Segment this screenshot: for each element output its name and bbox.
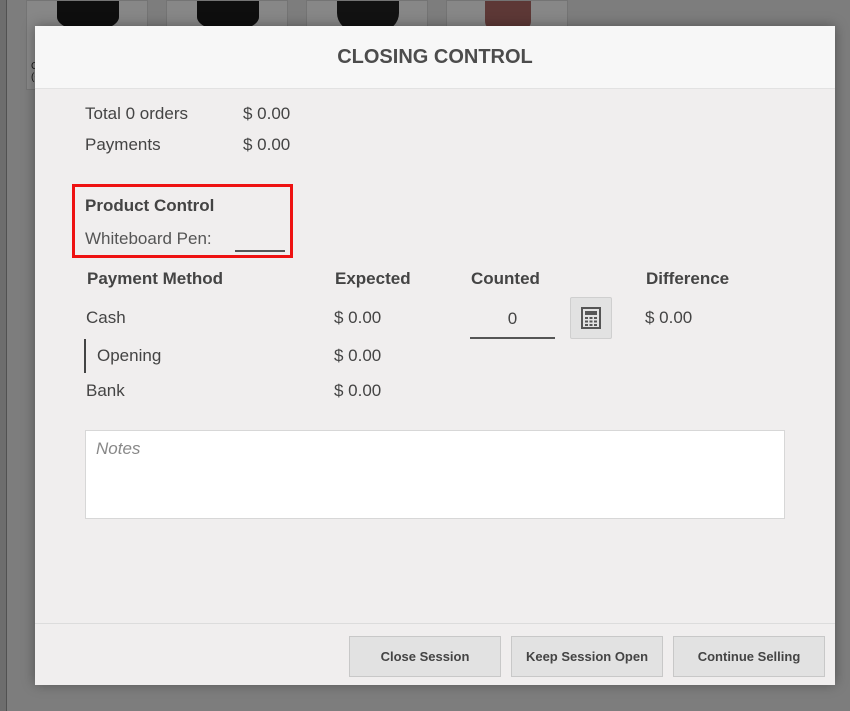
summary-payments: Payments $ 0.00 [85,135,290,155]
summary-orders-amount: $ 0.00 [243,104,291,123]
row-cash-difference: $ 0.00 [645,308,693,327]
cash-counted-input[interactable]: 0 [470,301,555,339]
summary-orders-label: Total 0 orders [85,104,188,123]
opening-indent-marker [84,339,86,373]
summary-payments-amount: $ 0.00 [243,135,291,154]
close-session-button[interactable]: Close Session [349,636,501,677]
summary-payments-label: Payments [85,135,161,154]
summary-orders: Total 0 orders $ 0.00 [85,104,290,124]
column-header-expected: Expected [335,269,411,288]
row-bank-method: Bank [86,381,125,400]
row-opening-expected: $ 0.00 [334,346,382,365]
column-header-payment-method: Payment Method [87,269,224,288]
continue-selling-button[interactable]: Continue Selling [673,636,825,677]
keep-session-open-button[interactable]: Keep Session Open [511,636,663,677]
closing-control-dialog: CLOSING CONTROL Total 0 orders $ 0.00 Pa… [35,26,835,685]
dialog-title: CLOSING CONTROL [337,45,533,68]
dialog-header: CLOSING CONTROL [35,26,835,89]
product-control-item-label: Whiteboard Pen: [85,229,212,248]
calculator-button[interactable] [570,297,612,339]
row-cash-expected: $ 0.00 [334,308,382,327]
row-opening-method: Opening [97,346,162,365]
row-cash-method: Cash [86,308,126,327]
calculator-icon [581,307,601,329]
column-header-counted: Counted [471,269,540,288]
product-control-title: Product Control [85,196,215,215]
product-control-count-input[interactable] [235,250,285,252]
dialog-footer: Close Session Keep Session Open Continue… [35,623,835,685]
row-bank-expected: $ 0.00 [334,381,382,400]
notes-textarea[interactable]: Notes [85,430,785,519]
column-header-difference: Difference [646,269,730,288]
